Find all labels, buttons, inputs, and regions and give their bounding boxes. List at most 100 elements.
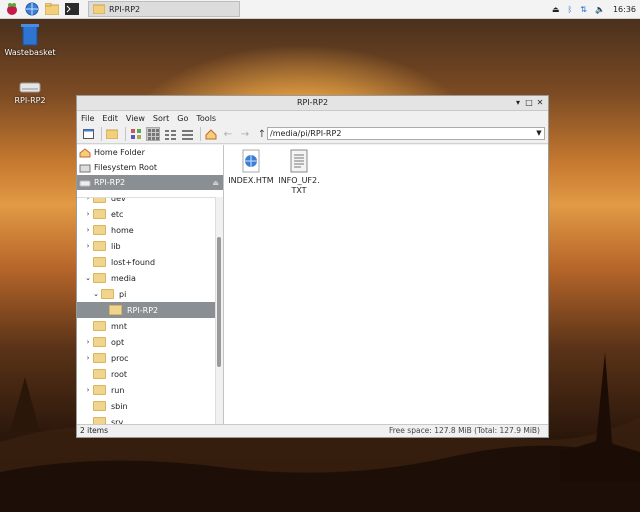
terminal-icon[interactable] bbox=[64, 1, 80, 17]
network-icon[interactable]: ⇅ bbox=[580, 5, 587, 14]
tree-item-proc[interactable]: › proc bbox=[77, 350, 215, 366]
file-name: INFO_UF2.TXT bbox=[278, 176, 320, 195]
status-bar: 2 items Free space: 127.8 MiB (Total: 12… bbox=[77, 424, 548, 437]
folder-icon bbox=[93, 257, 106, 267]
chevron-down-icon[interactable]: ▼ bbox=[533, 128, 545, 139]
desktop-icon-rpi-rp2[interactable]: RPI-RP2 bbox=[0, 80, 60, 105]
volume-icon[interactable]: 🔈 bbox=[595, 5, 605, 14]
tree-item-etc[interactable]: › etc bbox=[77, 206, 215, 222]
clock[interactable]: 16:36 bbox=[613, 5, 636, 14]
tree-item-run[interactable]: › run bbox=[77, 382, 215, 398]
expander-icon[interactable]: › bbox=[83, 242, 93, 250]
tree-item-label: dev bbox=[111, 197, 126, 203]
menu-edit[interactable]: Edit bbox=[102, 114, 118, 123]
eject-icon[interactable]: ⏏ bbox=[212, 179, 219, 187]
file-item-info-uf2-txt[interactable]: INFO_UF2.TXT bbox=[276, 149, 322, 196]
web-browser-icon[interactable] bbox=[24, 1, 40, 17]
icon-view-icon[interactable] bbox=[129, 127, 143, 141]
desktop-icon-label: Wastebasket bbox=[4, 48, 56, 57]
taskbar: RPI-RP2 ⏏ ᛒ ⇅ 🔈 16:36 bbox=[0, 0, 640, 19]
tree-item-label: run bbox=[111, 385, 125, 395]
expander-icon[interactable]: ⌄ bbox=[91, 290, 101, 298]
file-manager-icon[interactable] bbox=[44, 1, 60, 17]
tree-item-dev[interactable]: › dev bbox=[77, 197, 215, 206]
toolbar: ← → ↑ /media/pi/RPI-RP2 ▼ bbox=[77, 125, 548, 144]
folder-icon bbox=[93, 321, 106, 331]
place-home-folder[interactable]: Home Folder bbox=[77, 145, 223, 160]
thumbnail-view-icon[interactable] bbox=[146, 127, 160, 141]
bluetooth-icon[interactable]: ᛒ bbox=[567, 5, 572, 14]
drive-icon bbox=[19, 82, 41, 93]
minimize-icon[interactable]: ▾ bbox=[513, 96, 523, 110]
file-item-index-htm[interactable]: INDEX.HTM bbox=[228, 149, 274, 186]
tree-scrollbar[interactable] bbox=[215, 197, 223, 425]
new-window-icon[interactable] bbox=[81, 127, 95, 141]
content-panes: Home Folder Filesystem Root RPI-RP2 ⏏ › d… bbox=[77, 145, 548, 425]
expander-icon[interactable]: ⌄ bbox=[83, 274, 93, 282]
free-space: Free space: 127.8 MiB (Total: 127.9 MiB) bbox=[389, 426, 540, 435]
folder-icon bbox=[109, 305, 122, 315]
tree-item-rpi-rp2[interactable]: RPI-RP2 bbox=[77, 302, 215, 318]
tree-item-media[interactable]: ⌄ media bbox=[77, 270, 215, 286]
folder-icon bbox=[93, 241, 106, 251]
system-tray: ⏏ ᛒ ⇅ 🔈 16:36 bbox=[544, 1, 636, 17]
back-arrow-icon[interactable]: ← bbox=[221, 127, 235, 141]
tree-item-lib[interactable]: › lib bbox=[77, 238, 215, 254]
expander-icon[interactable]: › bbox=[83, 338, 93, 346]
file-view: INDEX.HTM INFO_UF2.TXT bbox=[224, 145, 548, 425]
expander-icon[interactable]: › bbox=[83, 198, 93, 202]
window-titlebar[interactable]: RPI-RP2 ▾ □ ✕ bbox=[77, 96, 548, 111]
tree-item-label: mnt bbox=[111, 321, 127, 331]
home-icon[interactable] bbox=[204, 127, 218, 141]
taskbar-task-rpi-rp2[interactable]: RPI-RP2 bbox=[88, 1, 240, 17]
eject-icon[interactable]: ⏏ bbox=[552, 5, 560, 14]
raspberry-menu-icon[interactable] bbox=[4, 1, 20, 17]
place-label: Filesystem Root bbox=[94, 163, 157, 172]
expander-icon[interactable]: › bbox=[83, 386, 93, 394]
tree-item-lost-found[interactable]: lost+found bbox=[77, 254, 215, 270]
folder-icon bbox=[93, 385, 106, 395]
menu-go[interactable]: Go bbox=[177, 114, 188, 123]
scrollbar-thumb[interactable] bbox=[217, 237, 221, 367]
path-bar[interactable]: /media/pi/RPI-RP2 ▼ bbox=[267, 127, 545, 140]
tree-item-label: lost+found bbox=[111, 257, 156, 267]
list-view-icon[interactable] bbox=[180, 127, 194, 141]
directory-tree: › dev › etc › home › lib lost+found ⌄ media ⌄… bbox=[77, 197, 215, 425]
tree-item-sbin[interactable]: sbin bbox=[77, 398, 215, 414]
item-count: 2 items bbox=[80, 426, 109, 435]
file-manager-window: RPI-RP2 ▾ □ ✕ File Edit View Sort Go Too… bbox=[76, 95, 549, 438]
tree-item-pi[interactable]: ⌄ pi bbox=[77, 286, 215, 302]
tree-item-label: etc bbox=[111, 209, 124, 219]
menu-tools[interactable]: Tools bbox=[196, 114, 216, 123]
tree-item-label: home bbox=[111, 225, 134, 235]
place-filesystem-root[interactable]: Filesystem Root bbox=[77, 160, 223, 175]
compact-view-icon[interactable] bbox=[163, 127, 177, 141]
expander-icon[interactable]: › bbox=[83, 210, 93, 218]
menu-sort[interactable]: Sort bbox=[153, 114, 169, 123]
tree-item-opt[interactable]: › opt bbox=[77, 334, 215, 350]
new-folder-icon[interactable] bbox=[105, 127, 119, 141]
tree-item-label: opt bbox=[111, 337, 125, 347]
close-icon[interactable]: ✕ bbox=[535, 96, 545, 110]
desktop-icon-label: RPI-RP2 bbox=[14, 96, 46, 105]
maximize-icon[interactable]: □ bbox=[524, 96, 534, 110]
home-icon bbox=[79, 147, 91, 157]
menubar: File Edit View Sort Go Tools bbox=[77, 111, 548, 125]
taskbar-task-label: RPI-RP2 bbox=[109, 4, 141, 14]
menu-file[interactable]: File bbox=[81, 114, 94, 123]
expander-icon[interactable]: › bbox=[83, 226, 93, 234]
place-rpi-rp2[interactable]: RPI-RP2 ⏏ bbox=[77, 175, 223, 190]
forward-arrow-icon[interactable]: → bbox=[238, 127, 252, 141]
tree-item-label: root bbox=[111, 369, 128, 379]
expander-icon[interactable]: › bbox=[83, 354, 93, 362]
tree-item-mnt[interactable]: mnt bbox=[77, 318, 215, 334]
disk-icon bbox=[79, 164, 91, 172]
folder-icon bbox=[93, 198, 106, 203]
tree-item-root[interactable]: root bbox=[77, 366, 215, 382]
tree-item-label: proc bbox=[111, 353, 129, 363]
desktop-icon-wastebasket[interactable]: Wastebasket bbox=[0, 22, 60, 57]
trash-icon bbox=[21, 24, 39, 46]
tree-item-home[interactable]: › home bbox=[77, 222, 215, 238]
folder-icon bbox=[93, 369, 106, 379]
menu-view[interactable]: View bbox=[126, 114, 145, 123]
